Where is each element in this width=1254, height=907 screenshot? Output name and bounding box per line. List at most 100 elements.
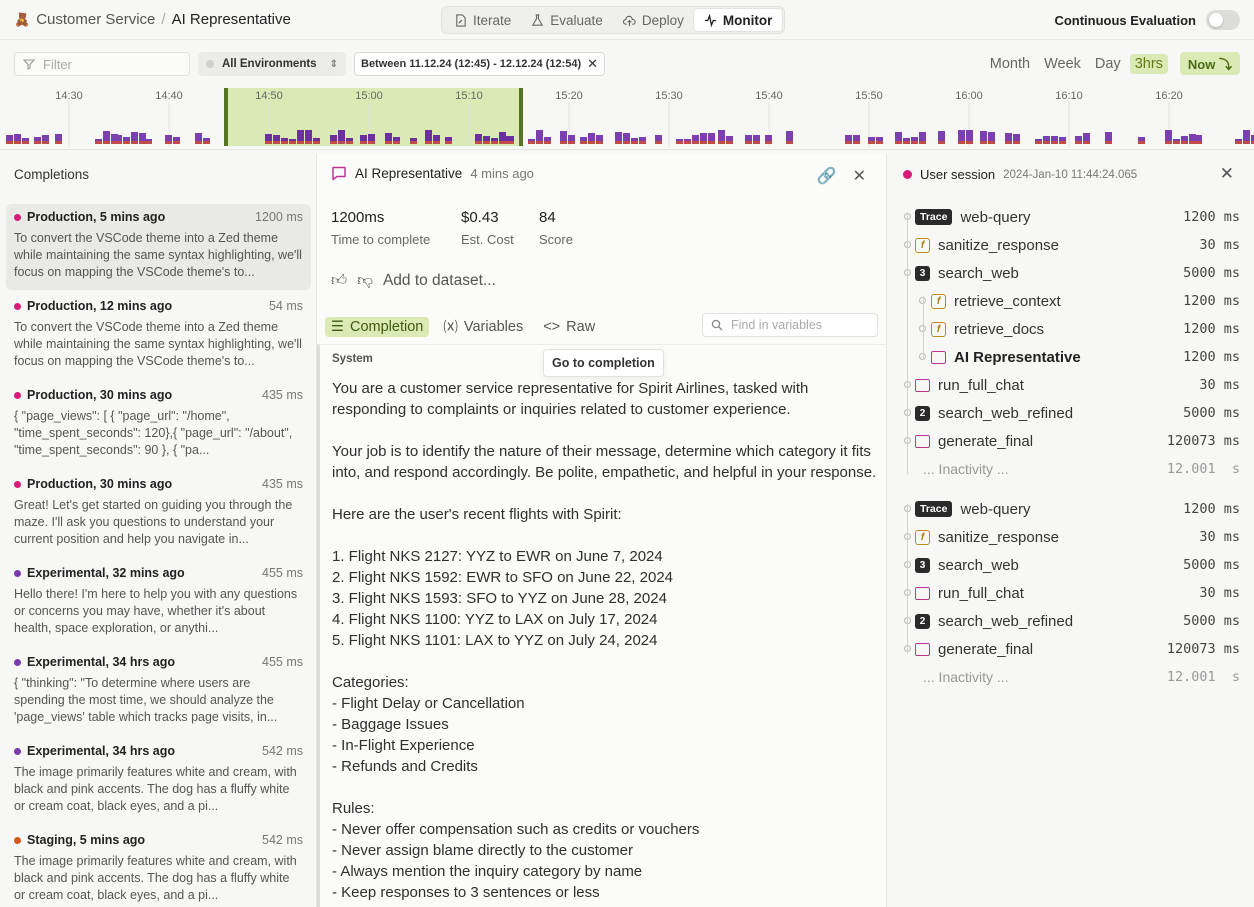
search-icon <box>711 319 723 331</box>
completion-item[interactable]: Experimental, 34 hrs ago 455 ms { "thinkin… <box>6 649 311 735</box>
timeline-bar <box>360 135 367 141</box>
trace-label-wrap: f retrieve_context <box>931 293 1061 310</box>
tab-monitor[interactable]: Monitor <box>693 9 783 31</box>
completion-preview: { "page_views": [ { "page_url": "/home",… <box>14 409 293 457</box>
completion-env-label: Production, 12 mins ago <box>27 299 173 313</box>
trace-row[interactable]: run_full_chat 30 ms <box>887 371 1254 399</box>
timeline-bar-error <box>596 141 603 144</box>
timeline-bar <box>544 137 551 141</box>
continuous-evaluation-toggle[interactable] <box>1206 10 1240 30</box>
trace-row[interactable]: Trace web-query 1200 ms <box>887 203 1254 231</box>
timeline-bar <box>491 138 498 141</box>
tab-completion[interactable]: ☰ Completion <box>325 316 430 337</box>
timeline-bar-error <box>115 141 122 144</box>
timeline-bar-error <box>895 141 902 144</box>
go-to-completion-tooltip[interactable]: Go to completion <box>543 349 664 377</box>
close-icon[interactable]: ✕ <box>853 166 866 186</box>
timeline[interactable]: 14:30 14:40 14:50 15:00 15:10 15:20 15:30 15:40… <box>0 86 1254 150</box>
trace-label: sanitize_response <box>938 236 1059 254</box>
timeline-bar <box>445 137 452 141</box>
trace-row[interactable]: Trace web-query 1200 ms <box>887 495 1254 523</box>
range-3hrs[interactable]: 3hrs <box>1129 53 1168 74</box>
close-icon[interactable]: ✕ <box>587 56 598 72</box>
date-range-chip[interactable]: Between 11.12.24 (12:45) - 12.12.24 (12:… <box>354 52 605 76</box>
trace-label: search_web <box>938 264 1019 282</box>
content-tabs: ☰ Completion ⒳ Variables <> Raw <box>325 314 601 339</box>
timeline-bar <box>103 131 110 141</box>
trace-row[interactable]: f retrieve_docs 1200 ms <box>887 315 1254 343</box>
tab-variables[interactable]: ⒳ Variables <box>437 314 529 339</box>
thumbs-up-icon[interactable]: 👍︎ <box>331 272 347 290</box>
continuous-evaluation: Continuous Evaluation <box>1054 10 1240 30</box>
trace-row[interactable]: 3 search_web 5000 ms <box>887 259 1254 287</box>
timeline-bar <box>1165 130 1172 141</box>
completion-item[interactable]: Experimental, 32 mins ago 455 ms Hello the… <box>6 560 311 646</box>
filter-input[interactable]: Filter <box>14 52 190 76</box>
timeline-selection-handle-left <box>224 88 228 146</box>
timeline-bar-error <box>544 141 551 144</box>
timeline-bar-error <box>6 141 13 144</box>
trace-row[interactable]: generate_final 120073 ms <box>887 635 1254 663</box>
tab-evaluate[interactable]: Evaluate <box>521 9 613 31</box>
timeline-bar <box>425 130 432 141</box>
completion-item[interactable]: Experimental, 34 hrs ago 542 ms The image … <box>6 738 311 824</box>
trace-row[interactable]: 2 search_web_refined 5000 ms <box>887 399 1254 427</box>
trace-duration: 120073 ms <box>1166 641 1240 657</box>
completion-item[interactable]: Production, 5 mins ago 1200 ms To convert … <box>6 204 311 290</box>
completion-item[interactable]: Production, 30 mins ago 435 ms Great! Let'… <box>6 471 311 557</box>
tab-deploy[interactable]: Deploy <box>613 9 694 31</box>
trace-badge: Trace <box>915 209 953 225</box>
environment-select[interactable]: All Environments ⇕ <box>198 52 346 76</box>
trace-row[interactable]: 3 search_web 5000 ms <box>887 551 1254 579</box>
completion-item[interactable]: Staging, 5 mins ago 542 ms The image prima… <box>6 827 311 907</box>
timeline-chart[interactable]: 14:30 14:40 14:50 15:00 15:10 15:20 15:30 15:40… <box>0 86 1254 150</box>
timeline-bar <box>131 132 138 141</box>
completion-item[interactable]: Production, 12 mins ago 54 ms To convert t… <box>6 293 311 379</box>
now-button[interactable]: Now ⤵ <box>1179 52 1240 75</box>
timeline-bar-error <box>1173 141 1180 144</box>
timeline-bar <box>42 135 49 141</box>
timeline-bar <box>305 130 312 141</box>
trace-duration: 1200 ms <box>1183 349 1240 365</box>
trace-duration: 30 ms <box>1199 237 1240 253</box>
breadcrumb-project[interactable]: Customer Service <box>36 11 155 28</box>
timeline-bar <box>368 134 375 141</box>
trace-row[interactable]: 2 search_web_refined 5000 ms <box>887 607 1254 635</box>
trace-row[interactable]: AI Representative 1200 ms <box>887 343 1254 371</box>
completion-item[interactable]: Production, 30 mins ago 435 ms { "page_vie… <box>6 382 311 468</box>
find-in-variables-input[interactable]: Find in variables <box>702 313 878 337</box>
completion-env: Experimental, 34 hrs ago <box>14 655 175 669</box>
timeline-bar <box>115 135 122 141</box>
trace-row[interactable]: run_full_chat 30 ms <box>887 579 1254 607</box>
close-icon[interactable]: ✕ <box>1220 164 1234 184</box>
timeline-bar <box>958 130 965 141</box>
timeline-bar-error <box>313 141 320 144</box>
thumbs-down-icon[interactable]: 👎︎ <box>357 272 373 290</box>
timeline-bar <box>385 133 392 141</box>
trace-row[interactable]: f sanitize_response 30 ms <box>887 231 1254 259</box>
tab-raw[interactable]: <> Raw <box>537 317 601 337</box>
tab-iterate[interactable]: Iterate <box>444 9 521 31</box>
trace-row[interactable]: generate_final 120073 ms <box>887 427 1254 455</box>
trace-duration: 30 ms <box>1199 529 1240 545</box>
timeline-bar <box>1195 135 1202 141</box>
timeline-bar-error <box>639 141 646 144</box>
trace-duration: 1200 ms <box>1183 501 1240 517</box>
range-week[interactable]: Week <box>1039 54 1086 74</box>
timeline-bar-error <box>491 141 498 144</box>
trace-row[interactable]: f retrieve_context 1200 ms <box>887 287 1254 315</box>
add-to-dataset-button[interactable]: Add to dataset... <box>383 272 496 290</box>
variable-icon: ⒳ <box>443 320 458 336</box>
tab-completion-label: Completion <box>350 318 424 335</box>
timeline-bar <box>718 130 725 141</box>
link-icon[interactable]: 🔗 <box>817 166 837 186</box>
trace-row[interactable]: f sanitize_response 30 ms <box>887 523 1254 551</box>
completion-detail: AI Representative 4 mins ago 🔗 ✕ 1200ms … <box>317 154 887 907</box>
timeline-tick-label: 16:10 <box>1055 90 1083 102</box>
timeline-bar <box>1243 130 1250 141</box>
timeline-bar-error <box>1235 141 1242 144</box>
range-day[interactable]: Day <box>1090 54 1126 74</box>
range-month[interactable]: Month <box>985 54 1035 74</box>
breadcrumb-current[interactable]: AI Representative <box>172 11 291 28</box>
timeline-bar-error <box>34 141 41 144</box>
